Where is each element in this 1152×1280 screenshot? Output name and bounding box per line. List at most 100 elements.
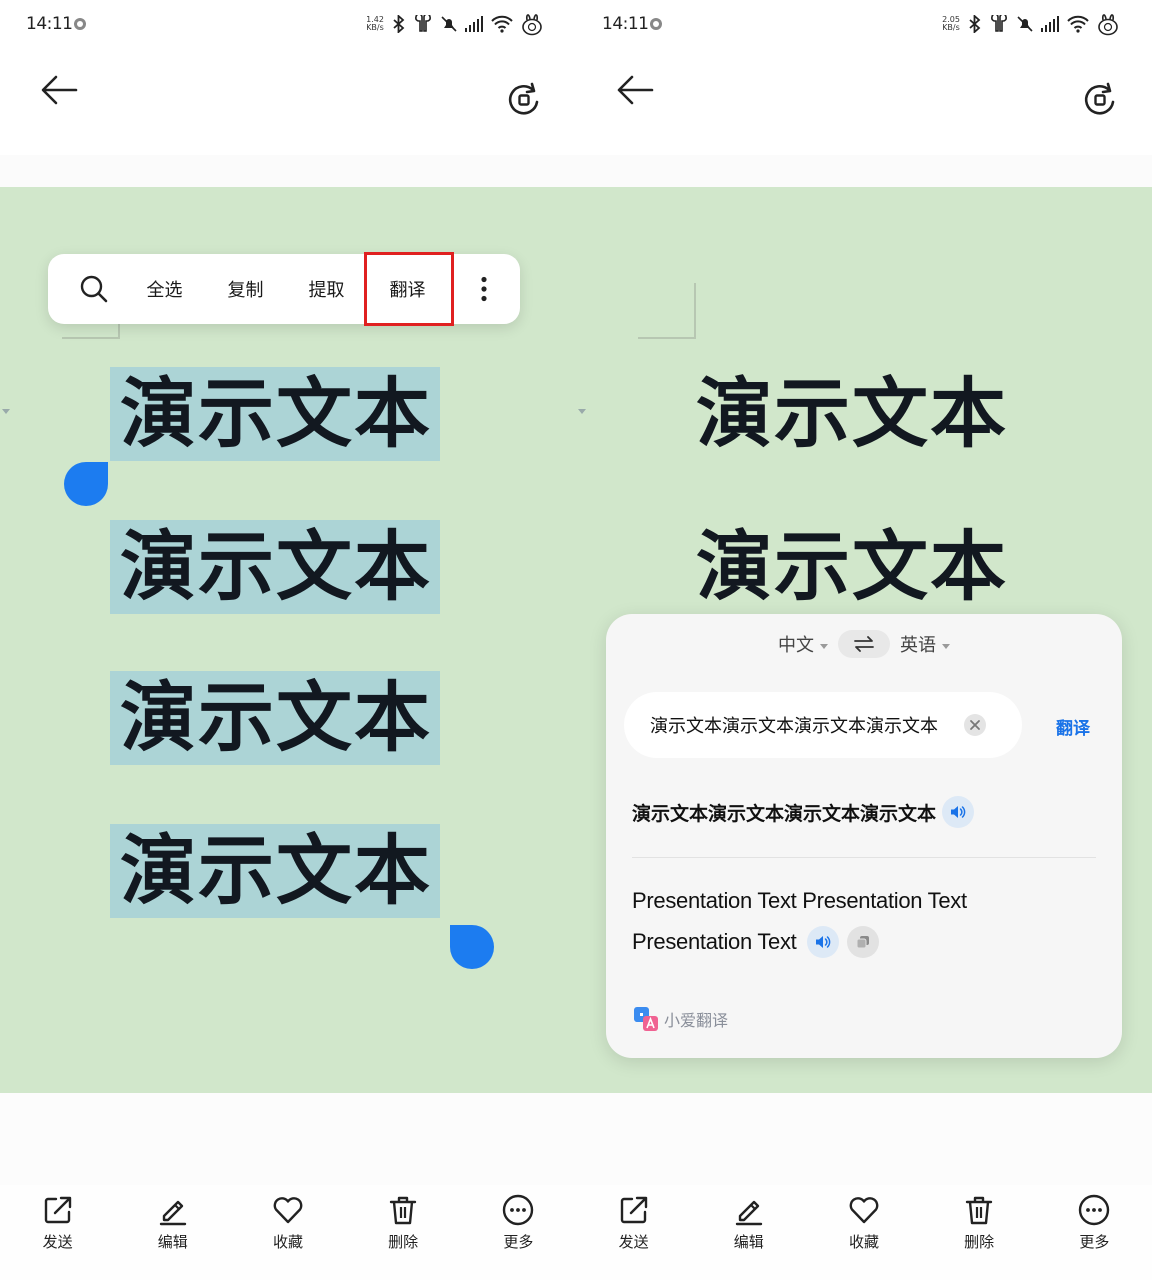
search-icon [80, 275, 108, 303]
back-arrow-icon[interactable] [38, 70, 82, 110]
top-bar [0, 50, 576, 155]
translate-app-logo-icon [634, 1007, 658, 1031]
copy-icon [856, 935, 869, 948]
translate-input-text: 演示文本演示文本演示文本演示文本 [650, 716, 938, 737]
favorite-label: 收藏 [272, 1233, 303, 1251]
edit-button[interactable]: 编辑 [691, 1185, 806, 1280]
edit-label: 编辑 [157, 1233, 188, 1251]
more-icon [503, 1194, 534, 1226]
close-icon [970, 720, 980, 730]
status-icons: 1.42 KB/s [364, 12, 544, 36]
network-speed: 1.42 KB/s [366, 15, 384, 32]
share-icon [620, 1196, 647, 1224]
demo-text-line[interactable]: 演示文本 [110, 367, 440, 461]
selection-start-handle[interactable] [64, 462, 108, 506]
photo-image: 演示文本 演示文本 中文 英语 演示文本演示文本演示文本演示文本 翻译 演示文本… [576, 187, 1152, 1093]
swap-arrows-icon [854, 636, 874, 652]
notification-app-icon [650, 18, 662, 30]
more-label: 更多 [503, 1233, 534, 1251]
more-label: 更多 [1079, 1233, 1110, 1251]
status-time: 14:11 [602, 14, 649, 34]
translation-result-line: Presentation Text [632, 929, 797, 954]
more-vertical-icon [481, 276, 487, 302]
swap-languages-button[interactable] [838, 630, 890, 658]
back-arrow-icon[interactable] [614, 70, 658, 110]
translation-result: Presentation Text Presentation Text Pres… [632, 880, 967, 962]
favorite-label: 收藏 [848, 1233, 879, 1251]
translation-result-line: Presentation Text Presentation Text [632, 888, 967, 913]
speak-result-button[interactable] [806, 925, 839, 958]
favorite-button[interactable]: 收藏 [230, 1185, 345, 1280]
select-all-button[interactable]: 全选 [124, 254, 205, 324]
heart-icon [849, 1197, 879, 1224]
signal-icon [465, 16, 483, 32]
target-language-dropdown[interactable]: 英语 [900, 631, 950, 657]
status-time: 14:11 [26, 14, 73, 34]
delete-button[interactable]: 删除 [346, 1185, 461, 1280]
top-spacer [576, 155, 1152, 187]
edit-button[interactable]: 编辑 [115, 1185, 230, 1280]
share-icon [44, 1196, 71, 1224]
delete-label: 删除 [964, 1233, 995, 1251]
earbuds-icon [991, 15, 1007, 32]
copy-result-button[interactable] [846, 925, 879, 958]
translate-submit-button[interactable]: 翻译 [1056, 714, 1090, 739]
more-button[interactable]: 更多 [461, 1185, 576, 1280]
heart-icon [273, 1197, 303, 1224]
favorite-button[interactable]: 收藏 [806, 1185, 921, 1280]
photo-image: 演示文本 演示文本 演示文本 演示文本 全选 复制 提取 翻译 [0, 187, 576, 1093]
translation-panel: 中文 英语 演示文本演示文本演示文本演示文本 翻译 演示文本演示文本演示文本演示… [606, 614, 1122, 1058]
battery-rabbit-icon [522, 14, 542, 36]
more-icon [1079, 1194, 1110, 1226]
selection-end-handle[interactable] [450, 925, 494, 969]
more-options-button[interactable] [456, 254, 512, 324]
translate-input-field[interactable]: 演示文本演示文本演示文本演示文本 [624, 692, 1022, 758]
bottom-action-bar: 发送 编辑 收藏 删除 更多 [0, 1185, 576, 1280]
bottom-spacer [0, 1093, 576, 1185]
status-icons: 2.05 KB/s [940, 12, 1120, 36]
bottom-spacer [576, 1093, 1152, 1185]
search-button[interactable] [64, 254, 124, 324]
bluetooth-icon [393, 15, 405, 33]
rotate-icon[interactable] [504, 80, 544, 120]
top-spacer [0, 155, 576, 187]
delete-button[interactable]: 删除 [922, 1185, 1037, 1280]
extract-button[interactable]: 提取 [286, 254, 367, 324]
demo-text-line[interactable]: 演示文本 [110, 671, 440, 765]
demo-text-line: 演示文本 [696, 369, 1008, 458]
translate-button[interactable]: 翻译 [364, 252, 454, 326]
send-label: 发送 [42, 1233, 73, 1251]
trash-icon [389, 1196, 417, 1225]
send-button[interactable]: 发送 [576, 1185, 691, 1280]
mute-icon [1017, 16, 1033, 32]
source-text: 演示文本演示文本演示文本演示文本 [632, 802, 937, 825]
wifi-icon [491, 15, 513, 33]
bluetooth-icon [969, 15, 981, 33]
more-button[interactable]: 更多 [1037, 1185, 1152, 1280]
bottom-action-bar: 发送 编辑 收藏 删除 更多 [576, 1185, 1152, 1280]
caret-down-icon [820, 643, 828, 649]
demo-text-line: 演示文本 [696, 522, 1008, 611]
clear-input-button[interactable] [964, 714, 986, 736]
side-arrow-marker [2, 409, 10, 414]
send-button[interactable]: 发送 [0, 1185, 115, 1280]
signal-icon [1041, 16, 1059, 32]
translator-brand[interactable]: 小爱翻译 [632, 1005, 728, 1033]
source-language-dropdown[interactable]: 中文 [778, 631, 828, 657]
source-text-row: 演示文本演示文本演示文本演示文本 [632, 796, 975, 828]
speaker-icon [815, 935, 830, 948]
battery-rabbit-icon [1098, 14, 1118, 36]
demo-text-line[interactable]: 演示文本 [110, 520, 440, 614]
screen-text-selection: 14:11 1.42 KB/s 演示文本 演示文本 演示文本 演示文本 全选 复… [0, 0, 576, 1280]
demo-text-line[interactable]: 演示文本 [110, 824, 440, 918]
side-arrow-marker [578, 409, 586, 414]
notification-app-icon [74, 18, 86, 30]
edit-icon [159, 1200, 186, 1226]
speak-source-button[interactable] [942, 796, 975, 828]
mute-icon [441, 16, 457, 32]
language-selector-row: 中文 英语 [606, 630, 1122, 658]
wifi-icon [1067, 15, 1089, 33]
rotate-icon[interactable] [1080, 80, 1120, 120]
trash-icon [965, 1196, 993, 1225]
copy-button[interactable]: 复制 [205, 254, 286, 324]
